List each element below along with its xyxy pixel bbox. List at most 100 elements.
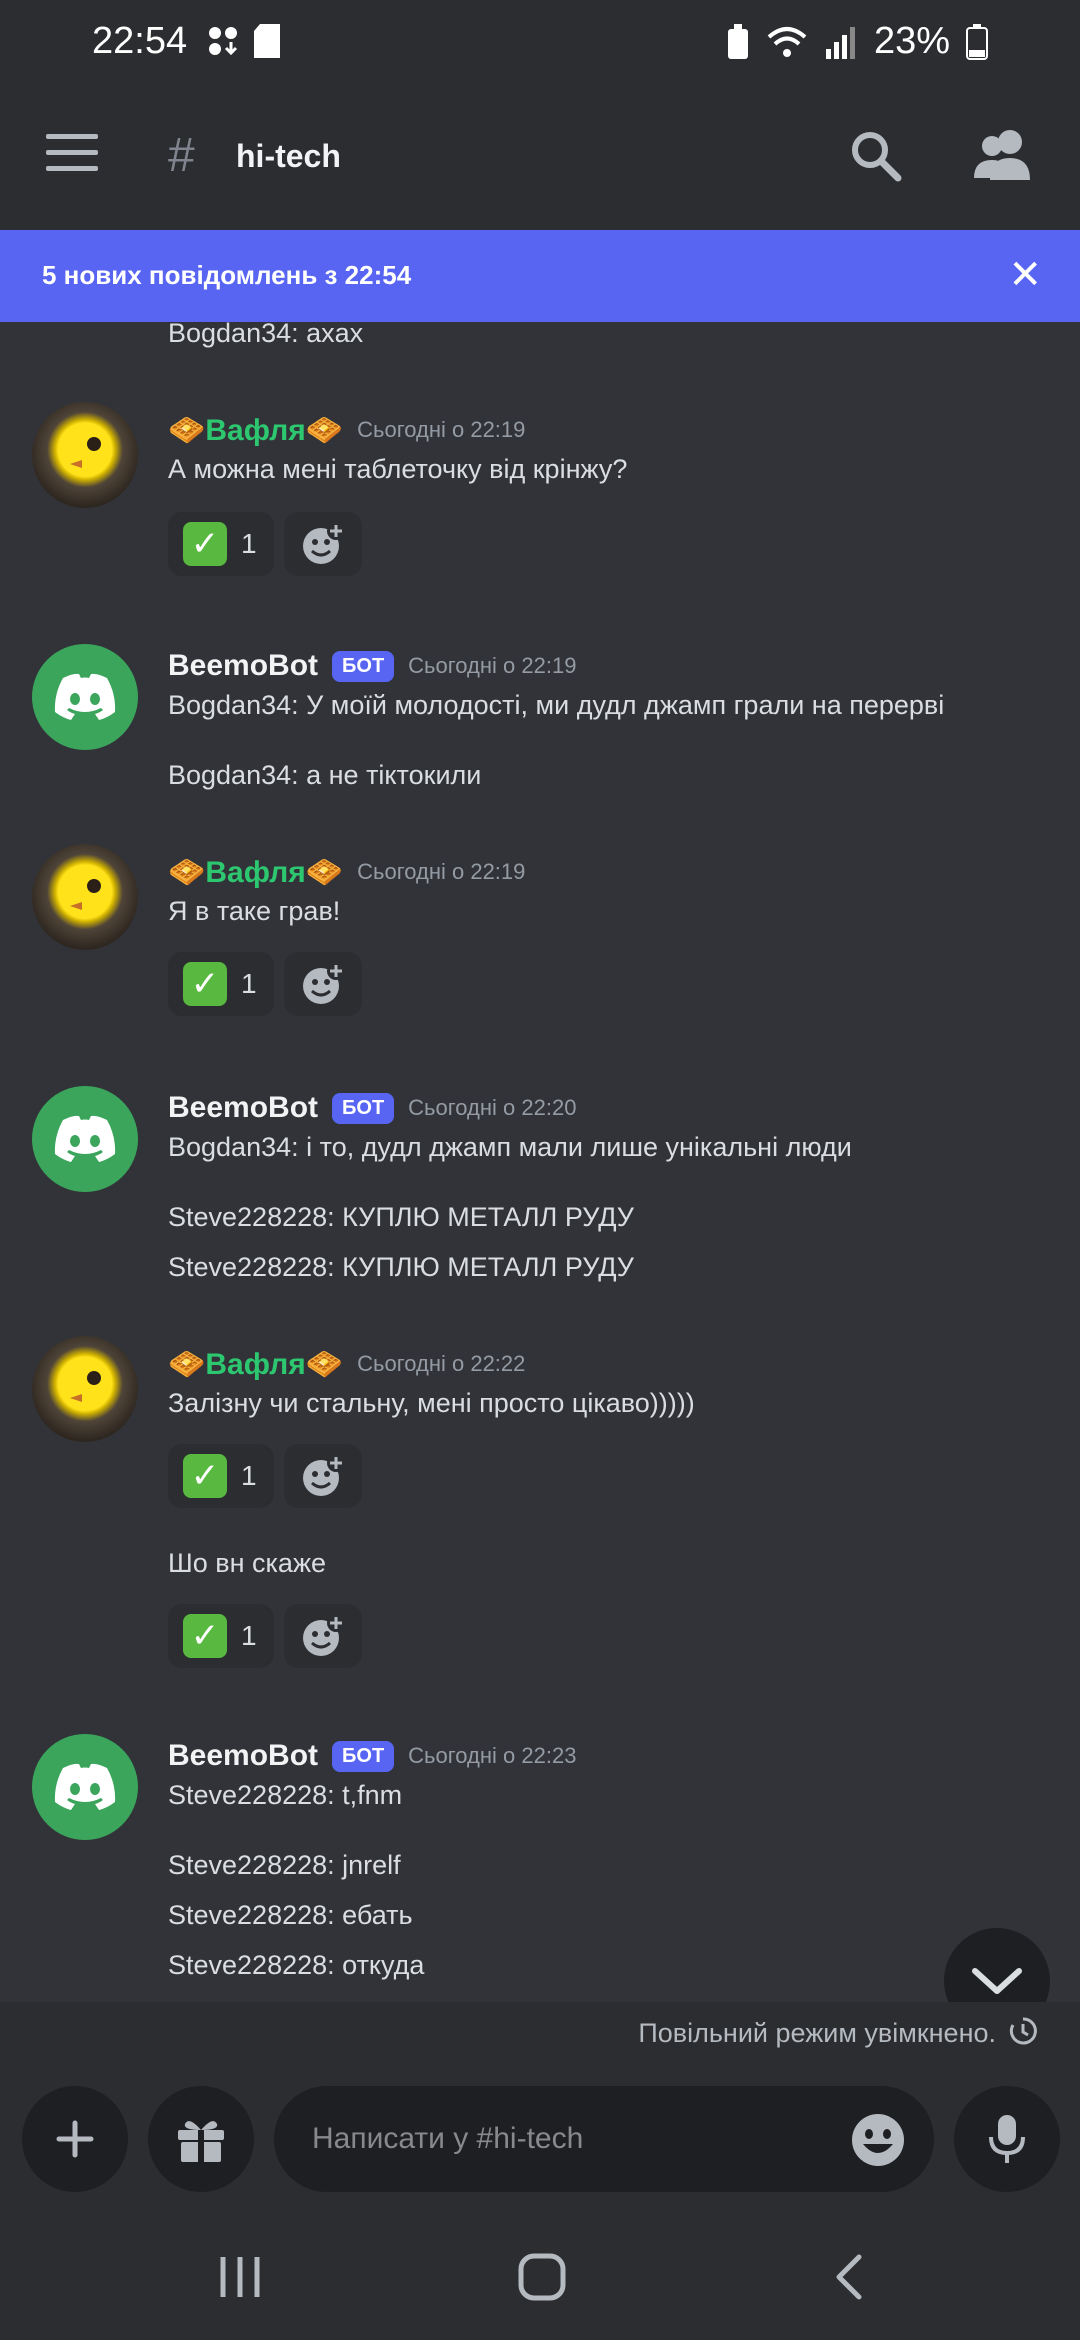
message-list[interactable]: Bogdan34: axax 🧇Вафля🧇 Сьогодні о 22:19 … bbox=[0, 322, 1080, 2002]
plus-button[interactable] bbox=[22, 2086, 128, 2192]
message-text: Steve228228: откуда bbox=[168, 1950, 425, 1980]
message-text: Steve228228: jnrelf bbox=[168, 1850, 401, 1880]
author-name[interactable]: 🧇Вафля🧇 bbox=[168, 1347, 343, 1382]
close-icon[interactable]: ✕ bbox=[1008, 252, 1042, 298]
message-text: Bogdan34: а не тіктокили bbox=[168, 760, 482, 790]
bot-tag: БОТ bbox=[332, 650, 395, 682]
author-line: BeemoBot БОТ Сьогодні о 22:23 bbox=[168, 1736, 576, 1776]
timestamp: Сьогодні о 22:19 bbox=[357, 859, 526, 884]
signal-icon bbox=[825, 26, 855, 59]
plus-icon bbox=[56, 2120, 94, 2158]
message-text: Шо вн скаже bbox=[168, 1548, 327, 1578]
status-right: 23% bbox=[726, 20, 988, 63]
bot-tag: БОТ bbox=[332, 1740, 395, 1772]
system-nav-bar bbox=[0, 2212, 1080, 2340]
status-time: 22:54 bbox=[92, 20, 188, 62]
recent-apps-icon[interactable] bbox=[210, 2252, 270, 2302]
add-reaction-icon[interactable] bbox=[284, 512, 362, 576]
channel-header: # hi-tech bbox=[0, 88, 1080, 230]
message-text: Steve228228: ебать bbox=[168, 1900, 413, 1930]
author-name[interactable]: 🧇Вафля🧇 bbox=[168, 855, 343, 890]
duck-avatar-image bbox=[70, 879, 101, 910]
message-text: Steve228228: t,fnm bbox=[168, 1780, 403, 1810]
reaction-count: 1 bbox=[241, 1620, 257, 1651]
timestamp: Сьогодні о 22:22 bbox=[357, 1351, 526, 1376]
avatar[interactable] bbox=[32, 1734, 138, 1840]
status-bar: 22:54 23% bbox=[0, 0, 1080, 88]
message-text: Я в таке грав! bbox=[168, 896, 341, 926]
duck-avatar-image bbox=[70, 437, 101, 468]
timestamp: Сьогодні о 22:19 bbox=[357, 417, 526, 442]
reaction-count: 1 bbox=[241, 528, 257, 559]
home-icon[interactable] bbox=[512, 2252, 572, 2302]
chevron-down-icon bbox=[972, 1968, 1022, 1994]
new-messages-text: 5 нових повідомлень з 22:54 bbox=[42, 260, 412, 290]
avatar[interactable] bbox=[32, 844, 138, 950]
add-reaction-icon[interactable] bbox=[284, 1604, 362, 1668]
reaction-check[interactable]: ✓ 1 bbox=[168, 952, 274, 1016]
back-icon[interactable] bbox=[818, 2252, 878, 2302]
message-input-container[interactable] bbox=[274, 2086, 934, 2192]
message-text: Залізну чи стальну, мені просто цікаво))… bbox=[168, 1388, 695, 1418]
hash-icon: # bbox=[168, 129, 195, 182]
check-mark-emoji-icon: ✓ bbox=[183, 1454, 227, 1498]
discord-logo-icon bbox=[54, 1763, 116, 1810]
battery-saver-icon bbox=[727, 23, 748, 59]
slowmode-text: Повільний режим увімкнено. bbox=[638, 2018, 996, 2048]
message-text: Steve228228: КУПЛЮ МЕТАЛЛ РУДУ bbox=[168, 1202, 634, 1232]
check-mark-emoji-icon: ✓ bbox=[183, 522, 227, 566]
reaction-check[interactable]: ✓ 1 bbox=[168, 512, 274, 576]
message-text: Bogdan34: і то, дудл джамп мали лише уні… bbox=[168, 1132, 852, 1162]
avatar[interactable] bbox=[32, 1336, 138, 1442]
avatar[interactable] bbox=[32, 402, 138, 508]
new-messages-banner[interactable]: 5 нових повідомлень з 22:54 ✕ bbox=[0, 230, 1080, 322]
discord-logo-icon bbox=[54, 673, 116, 720]
reaction-count: 1 bbox=[241, 1460, 257, 1491]
emoji-icon[interactable] bbox=[850, 2112, 906, 2168]
add-reaction-icon[interactable] bbox=[284, 1444, 362, 1508]
check-mark-emoji-icon: ✓ bbox=[183, 962, 227, 1006]
timestamp: Сьогодні о 22:19 bbox=[408, 653, 577, 678]
author-line: BeemoBot БОТ Сьогодні о 22:20 bbox=[168, 1088, 576, 1128]
author-line: 🧇Вафля🧇 Сьогодні о 22:19 bbox=[168, 410, 525, 450]
search-icon[interactable] bbox=[848, 128, 902, 182]
message-composer bbox=[0, 2066, 1080, 2212]
reaction-check[interactable]: ✓ 1 bbox=[168, 1604, 274, 1668]
slowmode-clock-icon bbox=[1009, 2017, 1037, 2045]
gift-icon bbox=[178, 2121, 224, 2162]
avatar[interactable] bbox=[32, 1086, 138, 1192]
check-mark-emoji-icon: ✓ bbox=[183, 1614, 227, 1658]
voice-message-button[interactable] bbox=[954, 2086, 1060, 2192]
battery-icon bbox=[966, 23, 988, 60]
menu-icon[interactable] bbox=[46, 134, 98, 174]
add-reaction-icon[interactable] bbox=[284, 952, 362, 1016]
members-icon[interactable] bbox=[972, 128, 1032, 182]
microphone-icon bbox=[989, 2115, 1025, 2163]
avatar[interactable] bbox=[32, 644, 138, 750]
duck-avatar-image bbox=[70, 1371, 101, 1402]
reactions-row: ✓ 1 bbox=[168, 512, 362, 576]
download-icon bbox=[209, 27, 238, 56]
message-input[interactable] bbox=[310, 2116, 794, 2162]
channel-title[interactable]: hi-tech bbox=[236, 138, 341, 175]
battery-percent: 23% bbox=[873, 20, 950, 62]
sd-card-icon bbox=[254, 24, 280, 58]
reaction-count: 1 bbox=[241, 968, 257, 999]
reactions-row: ✓ 1 bbox=[168, 1604, 362, 1668]
message-text: А можна мені таблеточку від крінжу? bbox=[168, 454, 628, 484]
bot-tag: БОТ bbox=[332, 1092, 395, 1124]
reactions-row: ✓ 1 bbox=[168, 952, 362, 1016]
author-name[interactable]: 🧇Вафля🧇 bbox=[168, 413, 343, 448]
author-name[interactable]: BeemoBot bbox=[168, 1091, 318, 1125]
author-line: 🧇Вафля🧇 Сьогодні о 22:19 bbox=[168, 852, 525, 892]
slowmode-bar: Повільний режим увімкнено. bbox=[0, 2002, 1080, 2066]
message-text: Bogdan34: axax bbox=[168, 322, 364, 348]
author-name[interactable]: BeemoBot bbox=[168, 649, 318, 683]
message-text: Bogdan34: У моїй молодості, ми дудл джам… bbox=[168, 690, 945, 720]
message-text: Steve228228: КУПЛЮ МЕТАЛЛ РУДУ bbox=[168, 1252, 634, 1282]
timestamp: Сьогодні о 22:23 bbox=[408, 1743, 577, 1768]
gift-button[interactable] bbox=[148, 2086, 254, 2192]
reactions-row: ✓ 1 bbox=[168, 1444, 362, 1508]
author-name[interactable]: BeemoBot bbox=[168, 1739, 318, 1773]
reaction-check[interactable]: ✓ 1 bbox=[168, 1444, 274, 1508]
